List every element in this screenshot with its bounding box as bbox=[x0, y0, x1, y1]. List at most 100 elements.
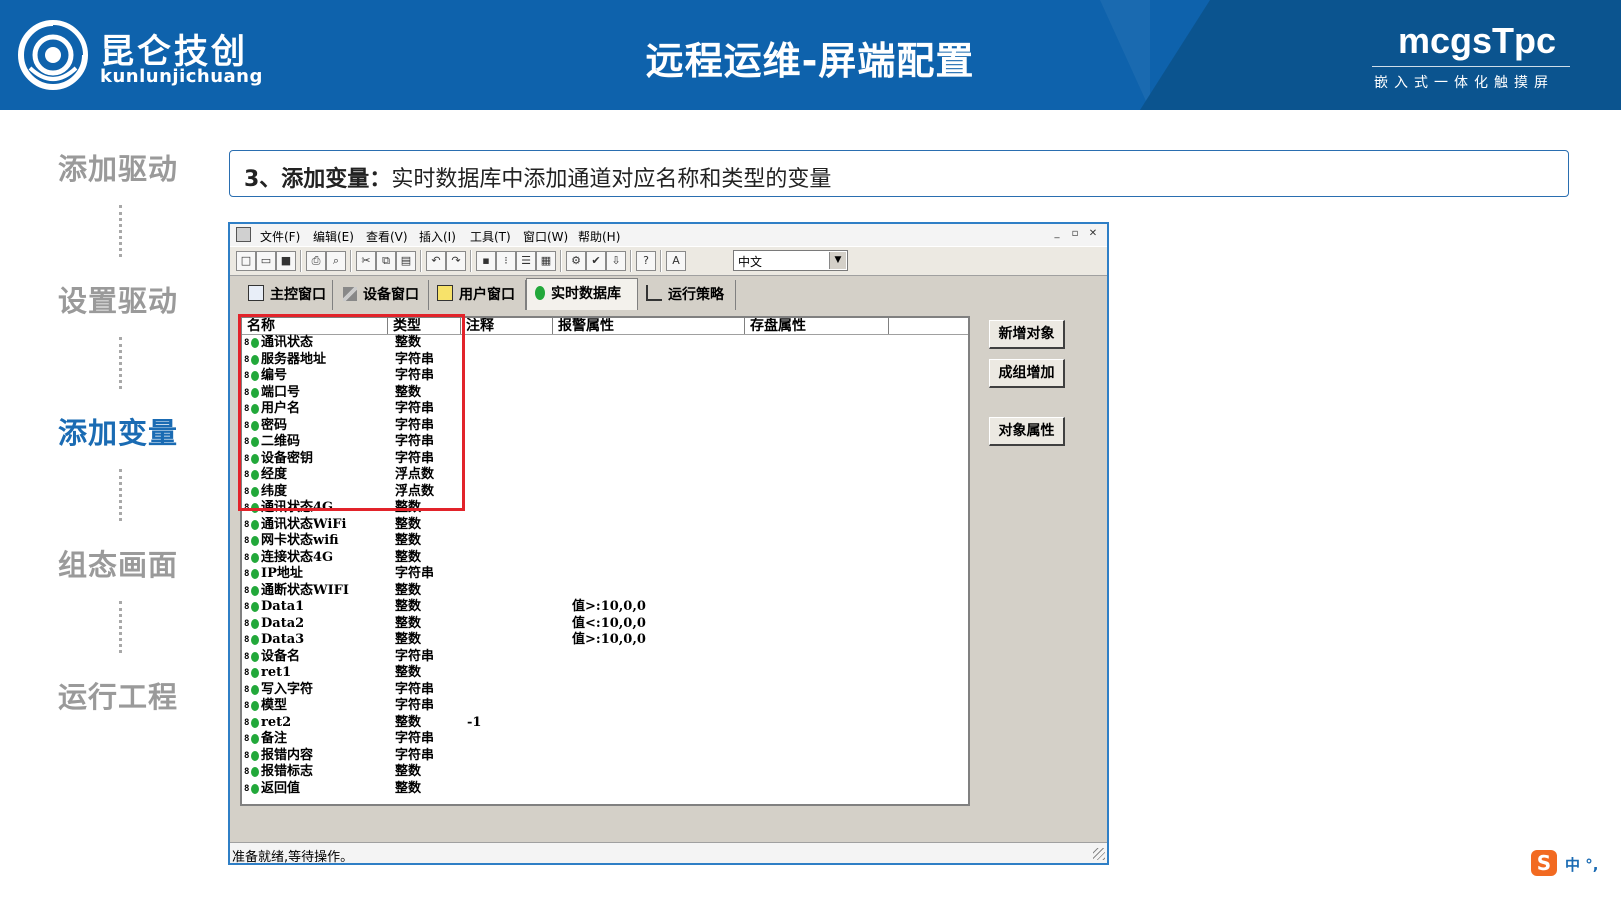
table-row[interactable]: 8 备注 字符串 bbox=[242, 730, 968, 747]
menu-insert[interactable]: 插入(I) bbox=[419, 228, 456, 245]
large-icons-icon[interactable]: ▪ bbox=[476, 251, 496, 271]
undo-icon[interactable]: ↶ bbox=[426, 251, 446, 271]
menu-tools[interactable]: 工具(T) bbox=[470, 228, 511, 245]
cell-name: 设备名 bbox=[261, 648, 301, 664]
table-row[interactable]: 8 ret2 整数 -1 bbox=[242, 714, 968, 731]
cell-name: 返回值 bbox=[261, 780, 301, 796]
table-row[interactable]: 8 Data3 整数 值>:10,0,0 bbox=[242, 631, 968, 648]
language-switch-icon[interactable]: A bbox=[666, 251, 686, 271]
close-icon[interactable]: ✕ bbox=[1086, 228, 1100, 240]
small-icons-icon[interactable]: ⁝ bbox=[496, 251, 516, 271]
variable-icon: 8 bbox=[244, 733, 259, 745]
menu-help[interactable]: 帮助(H) bbox=[578, 228, 620, 245]
menu-file[interactable]: 文件(F) bbox=[260, 228, 300, 245]
product-brand: mcgsTpc bbox=[1398, 20, 1557, 61]
table-row[interactable]: 8 连接状态4G 整数 bbox=[242, 549, 968, 566]
redo-icon[interactable]: ↷ bbox=[446, 251, 466, 271]
step-connector bbox=[119, 601, 122, 653]
ime-indicator[interactable]: S 中 °, bbox=[1531, 848, 1609, 878]
tab-label: 运行策略 bbox=[668, 287, 724, 303]
list-view-icon[interactable]: ☰ bbox=[516, 251, 536, 271]
new-file-icon[interactable]: □ bbox=[236, 251, 256, 271]
details-view-icon[interactable]: ▦ bbox=[536, 251, 556, 271]
print-icon[interactable]: ⎙ bbox=[306, 251, 326, 271]
column-header-note[interactable]: 注释 bbox=[461, 318, 553, 334]
column-header-alarm[interactable]: 报警属性 bbox=[553, 318, 745, 334]
table-row[interactable]: 8 Data1 整数 值>:10,0,0 bbox=[242, 598, 968, 615]
tab-run-strategy[interactable]: 运行策略 bbox=[638, 280, 736, 310]
strategy-icon bbox=[646, 285, 662, 301]
language-value: 中文 bbox=[738, 255, 763, 269]
variable-icon: 8 bbox=[244, 783, 259, 795]
header-shade bbox=[1140, 0, 1210, 110]
product-subtitle: 嵌入式一体化触摸屏 bbox=[1374, 75, 1554, 91]
table-row[interactable]: 8 返回值 整数 bbox=[242, 780, 968, 797]
cell-name: 通断状态WIFI bbox=[261, 582, 349, 598]
cell-type: 字符串 bbox=[395, 731, 435, 746]
variable-icon: 8 bbox=[244, 717, 259, 729]
toolbar-separator bbox=[560, 250, 562, 272]
cell-type: 字符串 bbox=[395, 698, 435, 713]
restore-icon[interactable]: ▫ bbox=[1068, 228, 1082, 240]
resize-grip-icon[interactable] bbox=[1093, 848, 1105, 860]
download-icon[interactable]: ⇩ bbox=[606, 251, 626, 271]
column-header-storage[interactable]: 存盘属性 bbox=[745, 318, 889, 334]
status-bar: 准备就绪,等待操作。 bbox=[230, 842, 1107, 865]
database-icon bbox=[535, 286, 545, 300]
table-row[interactable]: 8 模型 字符串 bbox=[242, 697, 968, 714]
properties-icon[interactable]: ⚙ bbox=[566, 251, 586, 271]
toolbar: □ ▭ ■ ⎙ ⌕ ✂ ⧉ ▤ ↶ ↷ ▪ ⁝ ☰ ▦ ⚙ ✔ ⇩ ? A 中文… bbox=[230, 246, 1107, 276]
cell-type: 整数 bbox=[395, 764, 422, 779]
group-add-button[interactable]: 成组增加 bbox=[989, 359, 1065, 388]
cell-type: 整数 bbox=[395, 780, 422, 796]
menu-edit[interactable]: 编辑(E) bbox=[313, 228, 354, 245]
brand-name-en: kunlunjichuang bbox=[100, 66, 263, 87]
step-caption: 3、添加变量：实时数据库中添加通道对应名称和类型的变量 bbox=[229, 150, 1569, 197]
cell-name: ret1 bbox=[261, 665, 292, 680]
cell-type: 字符串 bbox=[395, 747, 435, 763]
cut-icon[interactable]: ✂ bbox=[356, 251, 376, 271]
step-add-variable: 添加变量 bbox=[58, 416, 179, 450]
menu-view[interactable]: 查看(V) bbox=[366, 228, 408, 245]
table-row[interactable]: 8 网卡状态wifi 整数 bbox=[242, 532, 968, 549]
table-row[interactable]: 8 报错标志 整数 bbox=[242, 763, 968, 780]
tab-label: 实时数据库 bbox=[551, 286, 621, 302]
variable-icon: 8 bbox=[244, 585, 259, 597]
chevron-down-icon[interactable]: ▼ bbox=[829, 252, 846, 269]
help-icon[interactable]: ? bbox=[636, 251, 656, 271]
object-properties-button[interactable]: 对象属性 bbox=[989, 417, 1065, 446]
table-row[interactable]: 8 报错内容 字符串 bbox=[242, 747, 968, 764]
table-row[interactable]: 8 通讯状态WiFi 整数 bbox=[242, 516, 968, 533]
main-window-icon bbox=[248, 285, 264, 301]
header-banner: 昆仑技创 kunlunjichuang 远程运维-屏端配置 mcgsTpc 嵌入… bbox=[0, 0, 1621, 110]
step-run-project: 运行工程 bbox=[58, 680, 179, 714]
tab-main-window[interactable]: 主控窗口 bbox=[238, 280, 333, 310]
language-select[interactable]: 中文 ▼ bbox=[733, 250, 848, 271]
minimize-icon[interactable]: _ bbox=[1050, 228, 1064, 240]
menu-window[interactable]: 窗口(W) bbox=[523, 228, 568, 245]
table-row[interactable]: 8 设备名 字符串 bbox=[242, 648, 968, 665]
check-icon[interactable]: ✔ bbox=[586, 251, 606, 271]
paste-icon[interactable]: ▤ bbox=[396, 251, 416, 271]
tab-realtime-database[interactable]: 实时数据库 bbox=[526, 278, 638, 310]
table-row[interactable]: 8 IP地址 字符串 bbox=[242, 565, 968, 582]
table-row[interactable]: 8 Data2 整数 值<:10,0,0 bbox=[242, 615, 968, 632]
status-text: 准备就绪,等待操作。 bbox=[232, 850, 354, 865]
table-row[interactable]: 8 写入字符 字符串 bbox=[242, 681, 968, 698]
print-preview-icon[interactable]: ⌕ bbox=[326, 251, 346, 271]
table-row[interactable]: 8 ret1 整数 bbox=[242, 664, 968, 681]
save-icon[interactable]: ■ bbox=[276, 251, 296, 271]
table-row[interactable]: 8 通断状态WIFI 整数 bbox=[242, 582, 968, 599]
step-add-driver: 添加驱动 bbox=[58, 152, 179, 186]
variable-icon: 8 bbox=[244, 601, 259, 613]
tab-user-window[interactable]: 用户窗口 bbox=[429, 280, 526, 310]
tab-device-window[interactable]: 设备窗口 bbox=[333, 280, 429, 310]
variable-icon: 8 bbox=[244, 535, 259, 547]
cell-alarm: 值<:10,0,0 bbox=[572, 615, 646, 631]
copy-icon[interactable]: ⧉ bbox=[376, 251, 396, 271]
device-icon bbox=[343, 287, 357, 301]
open-folder-icon[interactable]: ▭ bbox=[256, 251, 276, 271]
add-object-button[interactable]: 新增对象 bbox=[989, 320, 1065, 349]
cell-name: Data3 bbox=[261, 632, 305, 647]
cell-type: 整数 bbox=[395, 582, 422, 598]
